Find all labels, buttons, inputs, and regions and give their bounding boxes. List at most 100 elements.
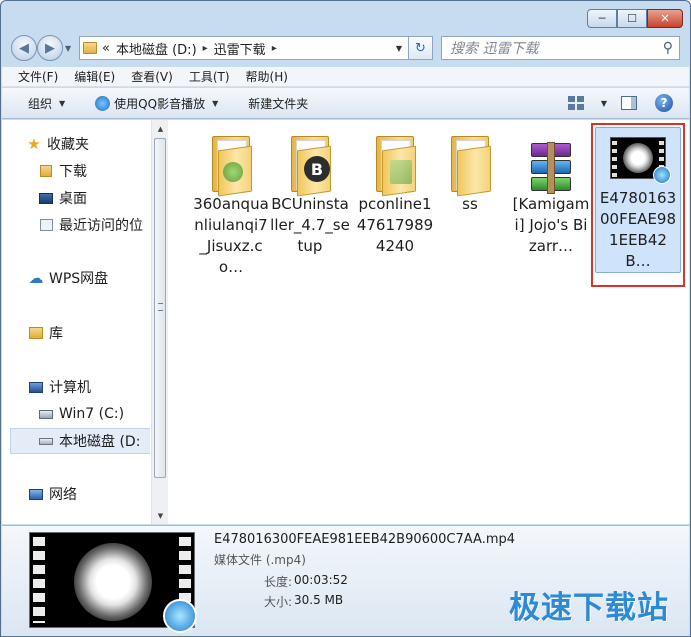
file-item[interactable]: B BCUninstaller_4.7_setup xyxy=(269,126,351,276)
nav-computer[interactable]: 计算机 xyxy=(28,376,91,398)
forward-arrow-icon: ▶ xyxy=(45,40,55,56)
cloud-icon: ☁ xyxy=(28,269,44,287)
folder-icon xyxy=(447,136,493,197)
play-with-qq-label: 使用QQ影音播放 xyxy=(114,96,206,111)
qq-player-icon xyxy=(95,95,111,111)
file-item[interactable]: [Kamigami] Jojo's Bizarr… xyxy=(510,126,592,276)
explorer-window: ─ ☐ ✕ ◀ ▶ ▼ « 本地磁盘 (D:) ▸ 迅雷下载 ▸ ▼ ↻ 搜索 … xyxy=(0,0,691,637)
detail-filename: E478016300FEAE981EEB42B90600C7AA.mp4 xyxy=(214,532,516,547)
detail-duration: 00:03:52 xyxy=(294,573,348,587)
change-view-icon[interactable] xyxy=(567,96,584,110)
downloads-folder-icon xyxy=(38,164,54,178)
network-icon xyxy=(28,487,44,501)
menu-tools[interactable]: 工具(T) xyxy=(189,68,230,85)
nav-network[interactable]: 网络 xyxy=(28,483,77,505)
menu-bar: 文件(F) 编辑(E) 查看(V) 工具(T) 帮助(H) xyxy=(2,67,689,87)
nav-favorites[interactable]: ★ 收藏夹 xyxy=(26,133,89,155)
nav-computer-label: 计算机 xyxy=(49,380,91,396)
file-name: BCUninstaller_4.7_setup xyxy=(270,195,350,255)
nav-drive-c-label: Win7 (C:) xyxy=(59,406,125,422)
breadcrumb-separator[interactable]: ▸ xyxy=(272,43,277,54)
search-placeholder: 搜索 迅雷下载 xyxy=(450,41,539,57)
desktop-icon xyxy=(38,191,54,205)
qq-player-badge-icon xyxy=(163,599,197,633)
search-icon[interactable]: ⚲ xyxy=(663,40,673,56)
file-item[interactable]: pconline1476179894240 xyxy=(354,126,436,276)
file-item[interactable]: ss xyxy=(429,126,511,276)
menu-file[interactable]: 文件(F) xyxy=(18,68,58,85)
nav-recent-label: 最近访问的位 xyxy=(59,218,143,234)
refresh-icon: ↻ xyxy=(415,40,426,56)
file-name: 360anquanliulanqi7_Jisuxz.co… xyxy=(193,195,269,276)
new-folder-label: 新建文件夹 xyxy=(248,96,309,111)
file-name: ss xyxy=(462,195,478,213)
drive-icon xyxy=(38,434,54,448)
nav-scrollbar[interactable]: ▲ ▼ xyxy=(151,120,168,524)
preview-pane-icon[interactable] xyxy=(621,96,637,110)
address-dropdown-icon[interactable]: ▼ xyxy=(396,44,402,53)
nav-libraries[interactable]: 库 xyxy=(28,322,63,344)
nav-drive-d[interactable]: 本地磁盘 (D: xyxy=(10,428,150,454)
toolbar-right: ▼ ? xyxy=(567,94,673,112)
nav-recent[interactable]: 最近访问的位 xyxy=(38,214,143,236)
menu-edit[interactable]: 编辑(E) xyxy=(74,68,115,85)
nav-drive-d-label: 本地磁盘 (D: xyxy=(59,434,141,450)
scroll-down-icon[interactable]: ▼ xyxy=(152,507,169,524)
organize-button[interactable]: 组织 ▼ xyxy=(28,95,65,112)
chevron-down-icon: ▼ xyxy=(59,98,66,108)
nav-downloads[interactable]: 下载 xyxy=(38,160,87,182)
scroll-up-icon[interactable]: ▲ xyxy=(152,120,169,137)
menu-help[interactable]: 帮助(H) xyxy=(246,68,288,85)
nav-favorites-label: 收藏夹 xyxy=(47,137,89,153)
windows-drive-icon xyxy=(38,407,54,421)
star-icon: ★ xyxy=(27,135,41,153)
close-button[interactable]: ✕ xyxy=(647,9,683,28)
nav-wps-cloud[interactable]: ☁ WPS网盘 xyxy=(28,267,109,289)
nav-wps-label: WPS网盘 xyxy=(49,271,109,287)
back-arrow-icon: ◀ xyxy=(19,40,29,56)
refresh-button[interactable]: ↻ xyxy=(409,36,433,60)
recent-places-icon xyxy=(38,218,54,232)
nav-desktop[interactable]: 桌面 xyxy=(38,187,87,209)
folder-icon: B xyxy=(287,136,333,197)
view-dropdown-icon[interactable]: ▼ xyxy=(601,99,607,108)
forward-button[interactable]: ▶ xyxy=(37,35,63,61)
detail-type: 媒体文件 (.mp4) xyxy=(214,553,306,567)
file-details: E478016300FEAE981EEB42B90600C7AA.mp4 媒体文… xyxy=(214,532,515,613)
breadcrumb-xunlei-downloads[interactable]: 迅雷下载 xyxy=(214,39,266,58)
file-item[interactable]: 360anquanliulanqi7_Jisuxz.co… xyxy=(190,126,272,276)
detail-duration-label: 长度: xyxy=(263,575,292,589)
winrar-archive-icon xyxy=(528,142,574,194)
maximize-button[interactable]: ☐ xyxy=(617,9,647,28)
highlight-box xyxy=(591,123,685,287)
chevron-down-icon: ▼ xyxy=(212,98,219,108)
new-folder-button[interactable]: 新建文件夹 xyxy=(248,95,308,112)
play-with-qq-button[interactable]: 使用QQ影音播放 ▼ xyxy=(95,95,218,112)
nav-downloads-label: 下载 xyxy=(59,164,87,180)
help-icon[interactable]: ? xyxy=(655,94,673,112)
minimize-button[interactable]: ─ xyxy=(587,9,617,28)
menu-view[interactable]: 查看(V) xyxy=(131,68,173,85)
recent-pages-dropdown[interactable]: ▼ xyxy=(65,44,75,53)
navigation-pane: ★ 收藏夹 下载 桌面 最近访问的位 ☁ WPS网盘 库 计算机 Win7 (C… xyxy=(2,120,150,524)
nav-network-label: 网络 xyxy=(49,487,77,503)
detail-size-label: 大小: xyxy=(263,595,292,609)
back-button[interactable]: ◀ xyxy=(11,35,37,61)
address-chevrons[interactable]: « xyxy=(102,41,110,56)
breadcrumb-separator[interactable]: ▸ xyxy=(203,43,208,54)
folder-icon xyxy=(372,136,418,197)
nav-drive-c[interactable]: Win7 (C:) xyxy=(38,403,124,425)
file-list: 360anquanliulanqi7_Jisuxz.co… B BCUninst… xyxy=(170,120,689,524)
navigation-row: ◀ ▶ ▼ « 本地磁盘 (D:) ▸ 迅雷下载 ▸ ▼ ↻ 搜索 迅雷下载 ⚲ xyxy=(11,34,680,62)
site-watermark: 极速下载站 xyxy=(509,590,669,626)
breadcrumb-drive-d[interactable]: 本地磁盘 (D:) xyxy=(116,39,197,58)
library-icon xyxy=(28,326,44,340)
window-controls: ─ ☐ ✕ xyxy=(587,9,683,28)
details-pane: E478016300FEAE981EEB42B90600C7AA.mp4 媒体文… xyxy=(2,525,689,636)
command-bar: 组织 ▼ 使用QQ影音播放 ▼ 新建文件夹 ▼ ? xyxy=(2,88,689,119)
address-bar[interactable]: « 本地磁盘 (D:) ▸ 迅雷下载 ▸ ▼ xyxy=(79,36,409,60)
content-area: ★ 收藏夹 下载 桌面 最近访问的位 ☁ WPS网盘 库 计算机 Win7 (C… xyxy=(2,120,689,524)
file-name: [Kamigami] Jojo's Bizarr… xyxy=(512,195,590,255)
scrollbar-thumb[interactable] xyxy=(154,138,166,478)
search-input[interactable]: 搜索 迅雷下载 ⚲ xyxy=(441,36,680,60)
